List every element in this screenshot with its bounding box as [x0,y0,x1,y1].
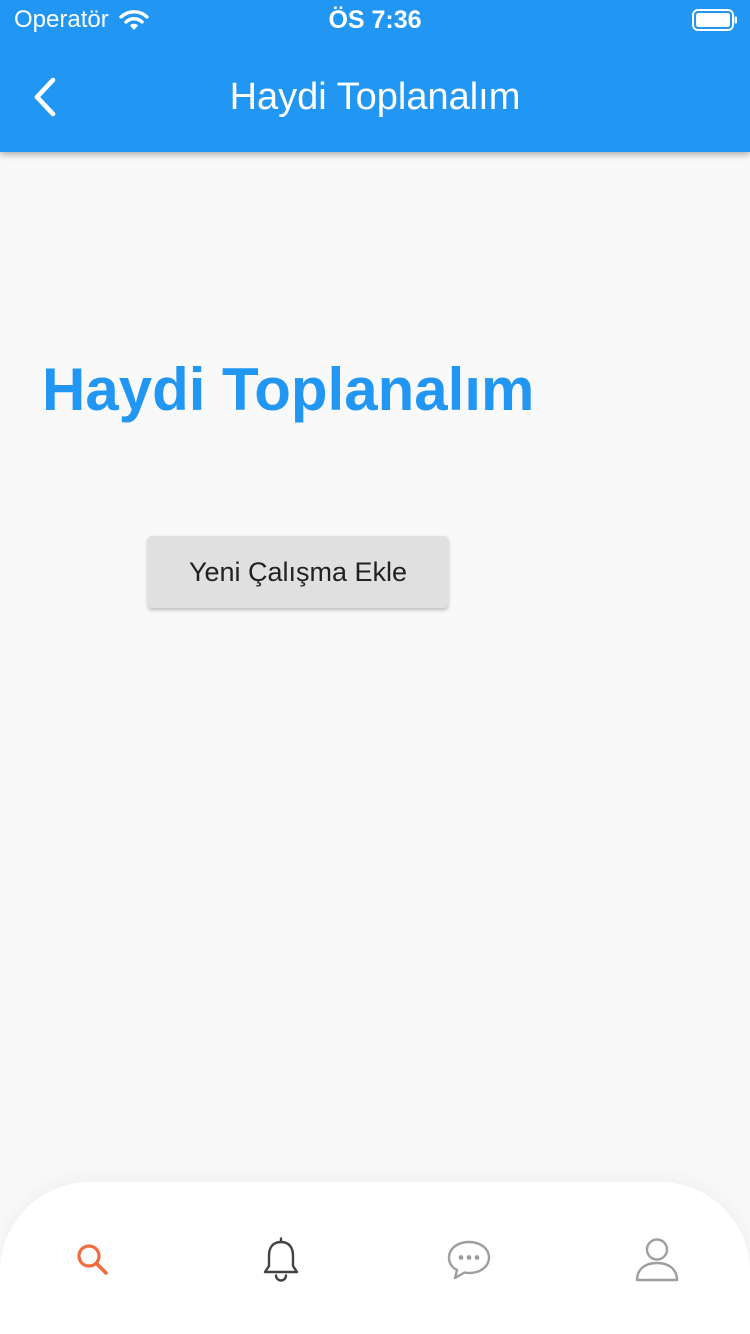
add-study-button[interactable]: Yeni Çalışma Ekle [148,536,448,608]
chevron-left-icon [34,77,56,117]
chat-icon [447,1240,491,1280]
nav-item-profile[interactable] [627,1230,687,1290]
search-icon [77,1244,108,1275]
battery-icon [692,9,737,31]
user-icon [635,1238,679,1282]
app-bar-title: Haydi Toplanalım [229,76,521,118]
nav-item-messages[interactable] [439,1230,499,1290]
nav-item-notifications[interactable] [251,1230,311,1290]
app-bar: Operatör ÖS 7:36 Haydi Toplanalım [0,0,750,152]
page-heading: Haydi Toplanalım [42,356,535,423]
status-time: ÖS 7:36 [328,6,422,34]
bell-icon [263,1237,299,1282]
back-button[interactable] [20,70,70,124]
status-bar: Operatör ÖS 7:36 [0,0,750,40]
nav-item-search[interactable] [63,1230,123,1290]
bottom-navigation-bar [0,1182,750,1334]
